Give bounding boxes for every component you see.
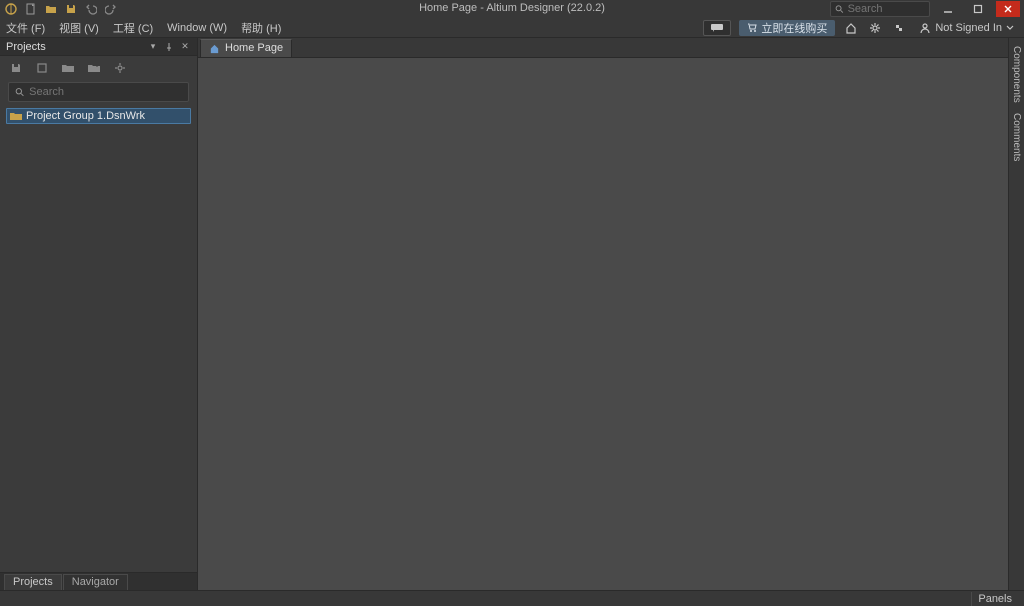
- projects-search-input[interactable]: [29, 86, 182, 98]
- projects-tree: Project Group 1.DsnWrk: [0, 108, 197, 572]
- speech-bubble-icon: [710, 23, 724, 33]
- title-search[interactable]: [830, 1, 930, 17]
- projects-panel: Projects ▾ ✕: [0, 38, 198, 590]
- title-search-input[interactable]: [848, 3, 925, 15]
- buy-now-label: 立即在线购买: [761, 20, 827, 36]
- document-viewport: [198, 58, 1008, 590]
- share-button[interactable]: [703, 20, 731, 36]
- new-document-icon[interactable]: [24, 2, 38, 16]
- search-icon: [15, 87, 24, 97]
- right-rail: Components Comments: [1008, 38, 1024, 590]
- sign-in-button[interactable]: Not Signed In: [915, 22, 1018, 34]
- doc-tab-label: Home Page: [225, 42, 283, 54]
- app-logo-icon: [4, 2, 18, 16]
- rail-tab-comments[interactable]: Comments: [1010, 109, 1023, 165]
- open-folder-icon[interactable]: [44, 2, 58, 16]
- save-icon[interactable]: [64, 2, 78, 16]
- cart-icon: [747, 23, 757, 33]
- tree-item-label: Project Group 1.DsnWrk: [26, 110, 145, 122]
- left-tab-navigator[interactable]: Navigator: [63, 574, 128, 590]
- extensions-icon[interactable]: [891, 20, 907, 36]
- chevron-down-icon: [1006, 24, 1014, 32]
- menu-window[interactable]: Window (W): [167, 22, 227, 34]
- panel-dropdown-icon[interactable]: ▾: [147, 41, 159, 53]
- buy-now-button[interactable]: 立即在线购买: [739, 20, 835, 36]
- redo-icon[interactable]: [104, 2, 118, 16]
- home-icon[interactable]: [843, 20, 859, 36]
- menu-file[interactable]: 文件 (F): [6, 20, 45, 36]
- project-settings-icon[interactable]: [112, 60, 128, 76]
- title-bar: Home Page - Altium Designer (22.0.2): [0, 0, 1024, 18]
- project-group-icon: [10, 111, 22, 121]
- left-panel-tabs: Projects Navigator: [0, 572, 197, 590]
- document-tabs: Home Page: [198, 38, 1008, 58]
- doc-tab-home[interactable]: Home Page: [200, 39, 292, 57]
- panel-pin-icon[interactable]: [163, 41, 175, 53]
- folder-add-icon[interactable]: [86, 60, 102, 76]
- panel-close-icon[interactable]: ✕: [179, 41, 191, 53]
- menu-help[interactable]: 帮助 (H): [241, 20, 281, 36]
- projects-search[interactable]: [8, 82, 189, 102]
- panels-button[interactable]: Panels: [971, 592, 1018, 606]
- maximize-button[interactable]: [966, 1, 990, 17]
- menu-project[interactable]: 工程 (C): [113, 20, 153, 36]
- projects-toolbar: [0, 56, 197, 80]
- menu-view[interactable]: 视图 (V): [59, 20, 99, 36]
- projects-panel-header: Projects ▾ ✕: [0, 38, 197, 56]
- document-area: Home Page: [198, 38, 1008, 590]
- tree-item-project-group[interactable]: Project Group 1.DsnWrk: [6, 108, 191, 124]
- save-project-icon[interactable]: [8, 60, 24, 76]
- projects-panel-title: Projects: [6, 41, 46, 53]
- window-title: Home Page - Altium Designer (22.0.2): [419, 2, 605, 14]
- undo-icon[interactable]: [84, 2, 98, 16]
- compile-icon[interactable]: [34, 60, 50, 76]
- folder-open-icon[interactable]: [60, 60, 76, 76]
- rail-tab-components[interactable]: Components: [1010, 42, 1023, 107]
- settings-gear-icon[interactable]: [867, 20, 883, 36]
- menu-bar: 文件 (F) 视图 (V) 工程 (C) Window (W) 帮助 (H) 立…: [0, 18, 1024, 38]
- user-icon: [919, 22, 931, 34]
- search-icon: [835, 4, 844, 14]
- left-tab-projects[interactable]: Projects: [4, 574, 62, 590]
- minimize-button[interactable]: [936, 1, 960, 17]
- home-icon: [209, 43, 220, 54]
- close-button[interactable]: [996, 1, 1020, 17]
- sign-in-label: Not Signed In: [935, 22, 1002, 34]
- status-bar: Panels: [0, 590, 1024, 606]
